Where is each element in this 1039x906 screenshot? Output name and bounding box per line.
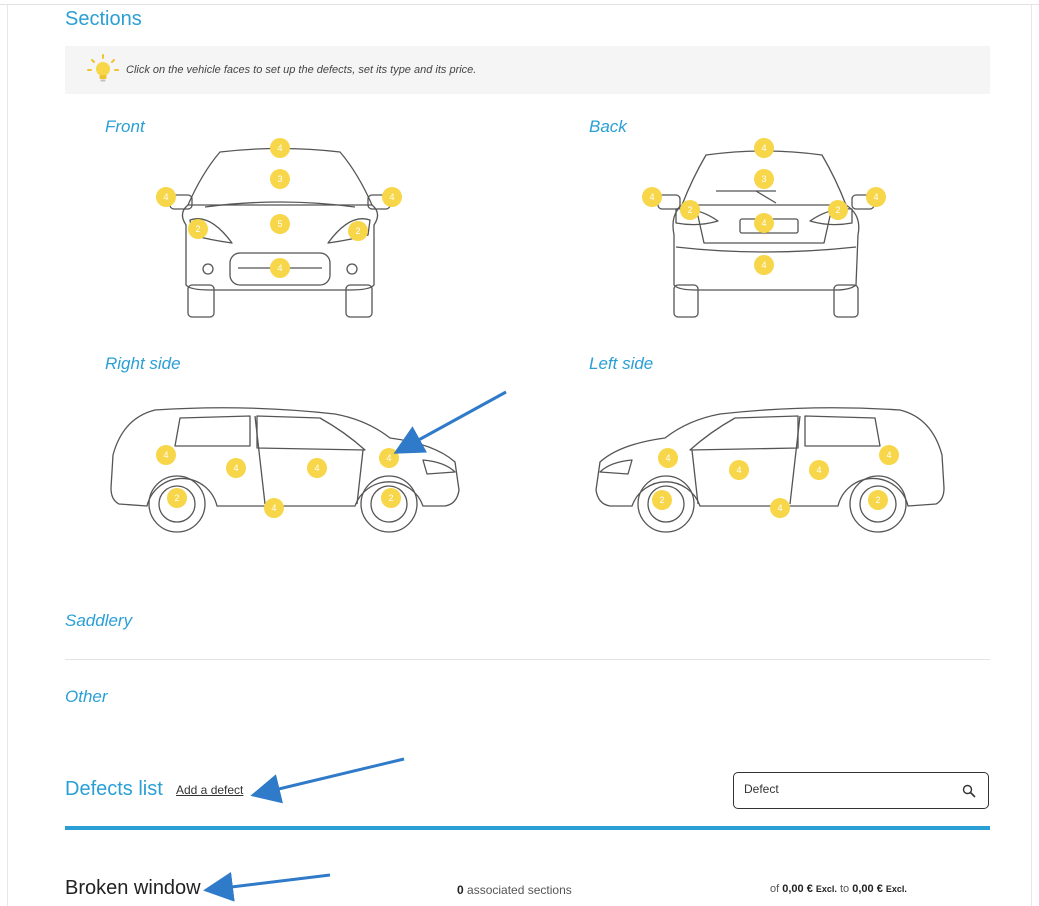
annotation-arrow-fender: [393, 390, 507, 454]
annotation-arrows: [203, 390, 507, 902]
annotation-arrow-add-defect: [250, 757, 405, 804]
annotation-arrow-defect-name: [203, 871, 331, 902]
